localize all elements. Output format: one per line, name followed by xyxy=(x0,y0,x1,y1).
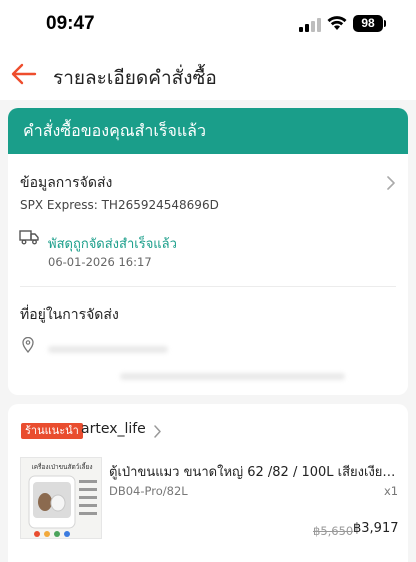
shipping-info-title: ข้อมูลการจัดส่ง xyxy=(20,175,113,191)
shipping-address-title: ที่อยู่ในการจัดส่ง xyxy=(20,307,119,323)
shipping-info-section[interactable]: ข้อมูลการจัดส่ง SPX Express: TH265924548… xyxy=(8,154,408,384)
shop-card: ร้านแนะนำ artex_life เครื่องเป่าขนสัตว์เ… xyxy=(8,404,408,562)
order-info-card: คำสั่งซื้อของคุณสำเร็จแล้ว ข้อมูลการจัดส… xyxy=(8,108,408,395)
product-image[interactable]: เครื่องเป่าขนสัตว์เลี้ยง xyxy=(20,457,102,539)
cellular-signal-icon xyxy=(299,18,321,32)
truck-icon xyxy=(19,230,39,245)
product-quantity: x1 xyxy=(384,484,399,498)
product-image-text: เครื่องเป่าขนสัตว์เลี้ยง xyxy=(31,462,92,471)
delivery-timestamp: 06-01-2026 16:17 xyxy=(48,255,152,269)
redacted-address-name xyxy=(48,346,168,353)
product-thumbnail-graphic: เครื่องเป่าขนสัตว์เลี้ยง xyxy=(21,458,101,538)
status-bar: 09:47 98 xyxy=(0,0,416,50)
final-price: ฿3,917 xyxy=(353,521,399,536)
wifi-icon xyxy=(327,16,347,30)
delivery-status: พัสดุถูกจัดส่งสำเร็จแล้ว xyxy=(48,237,177,252)
back-arrow-icon[interactable] xyxy=(10,62,38,86)
chevron-right-icon[interactable] xyxy=(386,176,396,190)
status-time: 09:47 xyxy=(46,13,95,34)
order-status-banner: คำสั่งซื้อของคุณสำเร็จแล้ว xyxy=(8,108,408,154)
tracking-number: SPX Express: TH265924548696D xyxy=(20,198,219,212)
preferred-shop-badge: ร้านแนะนำ xyxy=(21,423,83,439)
product-variant: DB04-Pro/82L xyxy=(109,484,188,498)
page-header: รายละเอียดคำสั่งซื้อ xyxy=(0,50,416,100)
battery-tip xyxy=(384,20,386,27)
shop-name[interactable]: artex_life xyxy=(81,421,146,437)
original-price: ฿5,650 xyxy=(313,524,354,538)
battery-indicator: 98 xyxy=(353,15,383,32)
page-title: รายละเอียดคำสั่งซื้อ xyxy=(53,67,217,89)
redacted-address-line xyxy=(120,373,345,380)
section-divider xyxy=(20,286,396,287)
chevron-right-icon[interactable] xyxy=(153,425,162,438)
location-pin-icon xyxy=(22,337,34,353)
product-name[interactable]: ตู้เป่าขนแมว ขนาดใหญ่ 62 /82 / 100L เสีย… xyxy=(109,461,399,482)
